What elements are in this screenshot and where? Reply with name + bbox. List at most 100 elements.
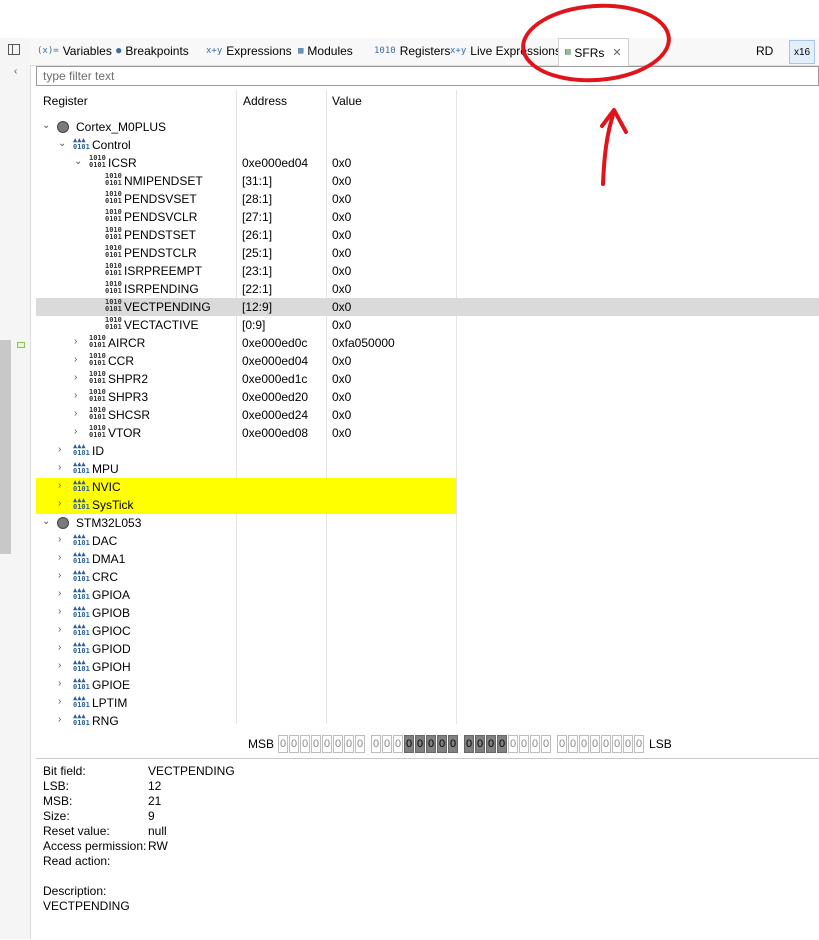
column-header-register[interactable]: Register bbox=[43, 94, 88, 108]
table-row[interactable]: › 1010 0101 CCR 0xe000ed04 0x0 bbox=[36, 352, 819, 370]
bit-cell[interactable]: 0 bbox=[437, 735, 448, 753]
table-row[interactable]: ⌄ STM32L053 bbox=[36, 514, 819, 532]
bit-cell[interactable]: 0 bbox=[568, 735, 579, 753]
table-row[interactable]: › 1010 0101 SHPR3 0xe000ed20 0x0 bbox=[36, 388, 819, 406]
table-row[interactable]: 1010 0101 PENDSVSET [28:1] 0x0 bbox=[36, 190, 819, 208]
chevron-right-icon[interactable]: › bbox=[58, 624, 61, 635]
bit-cell[interactable]: 0 bbox=[300, 735, 311, 753]
bit-cell[interactable]: 0 bbox=[601, 735, 612, 753]
vertical-scrollbar[interactable] bbox=[0, 340, 11, 554]
hex-format-button[interactable]: x16 bbox=[789, 40, 815, 64]
bit-cell[interactable]: 0 bbox=[382, 735, 393, 753]
chevron-right-icon[interactable]: › bbox=[58, 696, 61, 707]
column-header-address[interactable]: Address bbox=[243, 94, 287, 108]
bit-cell[interactable]: 0 bbox=[333, 735, 344, 753]
register-value[interactable]: 0x0 bbox=[332, 210, 351, 224]
chevron-right-icon[interactable]: › bbox=[74, 426, 77, 437]
bit-cell[interactable]: 0 bbox=[530, 735, 541, 753]
register-value[interactable]: 0x0 bbox=[332, 192, 351, 206]
chevron-right-icon[interactable]: › bbox=[74, 372, 77, 383]
bit-cell[interactable]: 0 bbox=[612, 735, 623, 753]
bit-cell[interactable]: 0 bbox=[311, 735, 322, 753]
chevron-right-icon[interactable]: › bbox=[58, 498, 61, 509]
bit-cell[interactable]: 0 bbox=[508, 735, 519, 753]
rd-button[interactable]: RD bbox=[756, 44, 773, 58]
chevron-right-icon[interactable]: › bbox=[58, 444, 61, 455]
chevron-right-icon[interactable]: › bbox=[74, 390, 77, 401]
chevron-right-icon[interactable]: › bbox=[58, 660, 61, 671]
bit-cell[interactable]: 0 bbox=[557, 735, 568, 753]
chevron-right-icon[interactable]: › bbox=[58, 588, 61, 599]
table-row[interactable]: › 1010 0101 VTOR 0xe000ed08 0x0 bbox=[36, 424, 819, 442]
table-row[interactable]: › ▲▲▲ 0101 MPU bbox=[36, 460, 819, 478]
table-row[interactable]: 1010 0101 PENDSVCLR [27:1] 0x0 bbox=[36, 208, 819, 226]
register-value[interactable]: 0x0 bbox=[332, 318, 351, 332]
table-row[interactable]: › ▲▲▲ 0101 GPIOD bbox=[36, 640, 819, 658]
table-row[interactable]: › ▲▲▲ 0101 GPIOB bbox=[36, 604, 819, 622]
table-row[interactable]: › ▲▲▲ 0101 RNG bbox=[36, 712, 819, 730]
register-value[interactable]: 0x0 bbox=[332, 426, 351, 440]
bit-cell[interactable]: 0 bbox=[497, 735, 508, 753]
table-row[interactable]: ⌄ Cortex_M0PLUS bbox=[36, 118, 819, 136]
table-row[interactable]: 1010 0101 PENDSTSET [26:1] 0x0 bbox=[36, 226, 819, 244]
table-row[interactable]: › ▲▲▲ 0101 GPIOA bbox=[36, 586, 819, 604]
bit-cell[interactable]: 0 bbox=[415, 735, 426, 753]
table-row[interactable]: › 1010 0101 SHCSR 0xe000ed24 0x0 bbox=[36, 406, 819, 424]
chevron-right-icon[interactable]: › bbox=[58, 678, 61, 689]
table-row[interactable]: › ▲▲▲ 0101 ID bbox=[36, 442, 819, 460]
table-row[interactable]: › ▲▲▲ 0101 CRC bbox=[36, 568, 819, 586]
chevron-down-icon[interactable]: ⌄ bbox=[42, 120, 50, 131]
bit-cell[interactable]: 0 bbox=[344, 735, 355, 753]
table-row[interactable]: › ▲▲▲ 0101 SysTick bbox=[36, 496, 819, 514]
chevron-down-icon[interactable]: ⌄ bbox=[58, 138, 66, 149]
chevron-right-icon[interactable]: › bbox=[58, 552, 61, 563]
table-row[interactable]: › 1010 0101 SHPR2 0xe000ed1c 0x0 bbox=[36, 370, 819, 388]
chevron-right-icon[interactable]: › bbox=[74, 408, 77, 419]
table-row[interactable]: ⌄ 1010 0101 ICSR 0xe000ed04 0x0 bbox=[36, 154, 819, 172]
register-value[interactable]: 0xfa050000 bbox=[332, 336, 395, 350]
table-row[interactable]: › ▲▲▲ 0101 DMA1 bbox=[36, 550, 819, 568]
bit-cell[interactable]: 0 bbox=[623, 735, 634, 753]
table-row[interactable]: › ▲▲▲ 0101 LPTIM bbox=[36, 694, 819, 712]
table-row[interactable]: 1010 0101 PENDSTCLR [25:1] 0x0 bbox=[36, 244, 819, 262]
register-value[interactable]: 0x0 bbox=[332, 300, 351, 314]
register-value[interactable]: 0x0 bbox=[332, 228, 351, 242]
bit-cell[interactable]: 0 bbox=[448, 735, 459, 753]
table-row[interactable]: › ▲▲▲ 0101 DAC bbox=[36, 532, 819, 550]
register-value[interactable]: 0x0 bbox=[332, 246, 351, 260]
register-value[interactable]: 0x0 bbox=[332, 390, 351, 404]
chevron-right-icon[interactable]: › bbox=[58, 642, 61, 653]
bit-cell[interactable]: 0 bbox=[486, 735, 497, 753]
bit-cell[interactable]: 0 bbox=[519, 735, 530, 753]
bit-cell[interactable]: 0 bbox=[322, 735, 333, 753]
register-value[interactable]: 0x0 bbox=[332, 354, 351, 368]
tab-expressions[interactable]: x+y Expressions bbox=[206, 38, 292, 64]
register-value[interactable]: 0x0 bbox=[332, 264, 351, 278]
tab-modules[interactable]: ▦ Modules bbox=[298, 38, 353, 64]
chevron-right-icon[interactable]: › bbox=[58, 570, 61, 581]
chevron-down-icon[interactable]: ⌄ bbox=[42, 516, 50, 527]
chevron-right-icon[interactable]: › bbox=[74, 354, 77, 365]
bit-cell[interactable]: 0 bbox=[278, 735, 289, 753]
register-value[interactable]: 0x0 bbox=[332, 174, 351, 188]
chevron-right-icon[interactable]: › bbox=[58, 606, 61, 617]
filter-input[interactable]: type filter text bbox=[36, 66, 819, 86]
register-value[interactable]: 0x0 bbox=[332, 282, 351, 296]
chevron-right-icon[interactable]: › bbox=[58, 714, 61, 725]
bit-cell[interactable]: 0 bbox=[541, 735, 552, 753]
register-value[interactable]: 0x0 bbox=[332, 372, 351, 386]
tab-registers[interactable]: 1010 Registers bbox=[374, 38, 450, 64]
table-row[interactable]: 1010 0101 NMIPENDSET [31:1] 0x0 bbox=[36, 172, 819, 190]
chevron-right-icon[interactable]: › bbox=[58, 480, 61, 491]
table-row[interactable]: 1010 0101 ISRPENDING [22:1] 0x0 bbox=[36, 280, 819, 298]
bit-cell[interactable]: 0 bbox=[355, 735, 366, 753]
table-row[interactable]: › 1010 0101 AIRCR 0xe000ed0c 0xfa050000 bbox=[36, 334, 819, 352]
table-row[interactable]: › ▲▲▲ 0101 GPIOC bbox=[36, 622, 819, 640]
tab-breakpoints[interactable]: ● Breakpoints bbox=[116, 38, 189, 64]
bit-cell[interactable]: 0 bbox=[579, 735, 590, 753]
table-row[interactable]: › ▲▲▲ 0101 GPIOE bbox=[36, 676, 819, 694]
column-header-value[interactable]: Value bbox=[332, 94, 362, 108]
table-row[interactable]: 1010 0101 VECTPENDING [12:9] 0x0 bbox=[36, 298, 819, 316]
table-row[interactable]: › ▲▲▲ 0101 NVIC bbox=[36, 478, 819, 496]
bit-cell[interactable]: 0 bbox=[404, 735, 415, 753]
